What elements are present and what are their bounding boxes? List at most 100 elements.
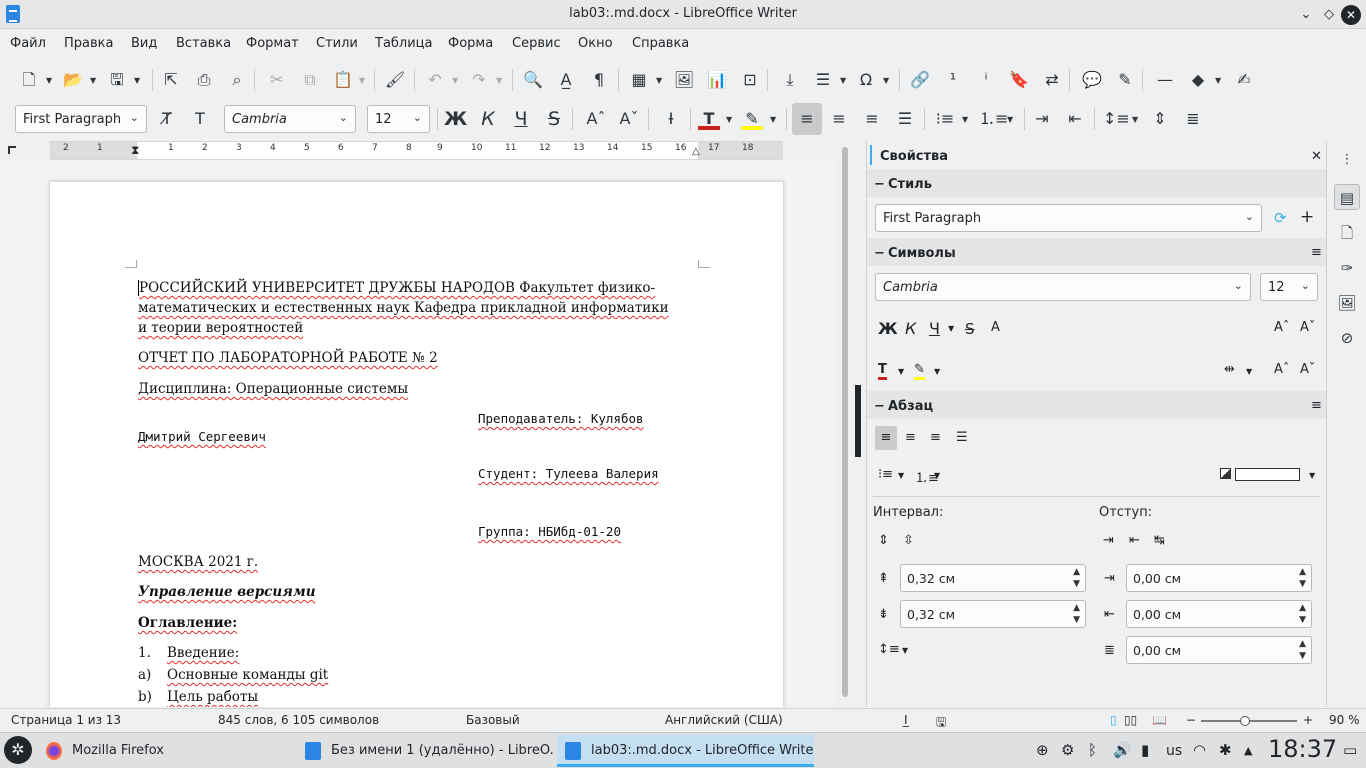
subscript-icon[interactable]: Aˇ: [618, 108, 640, 130]
menu-edit[interactable]: Правка: [64, 36, 113, 51]
chevron-down-icon[interactable]: ▼: [1132, 115, 1138, 124]
chevron-down-icon[interactable]: ▼: [452, 76, 458, 85]
font-name-combo[interactable]: Cambria ⌄: [224, 105, 356, 133]
menu-window[interactable]: Окно: [578, 36, 613, 51]
close-sidebar-icon[interactable]: ✕: [1311, 149, 1322, 164]
bullet-list-icon[interactable]: ⁝≡: [878, 467, 893, 482]
horizontal-ruler[interactable]: 2 1 ⧗ 1 2 3 4 5 6 7 8 9 10 11 12 13 14 1…: [50, 141, 783, 160]
insert-line-icon[interactable]: —: [1154, 69, 1176, 91]
font-color-icon[interactable]: T: [878, 362, 887, 380]
menu-tools[interactable]: Сервис: [512, 36, 561, 51]
justify-button[interactable]: ☰: [894, 108, 916, 130]
language[interactable]: Английский (США): [665, 713, 783, 727]
insert-textbox-icon[interactable]: ⊡: [739, 69, 761, 91]
page-tab-icon[interactable]: 🗋: [1334, 220, 1360, 246]
usb-icon[interactable]: ▮: [1141, 741, 1149, 759]
redo-icon[interactable]: ↷: [468, 69, 490, 91]
chevron-down-icon[interactable]: ▼: [726, 115, 732, 124]
menu-file[interactable]: Файл: [10, 36, 46, 51]
highlight-color-icon[interactable]: ✎: [914, 362, 925, 380]
first-line-indent-field[interactable]: 0,00 см ▲ ▼: [1126, 636, 1312, 664]
font-color-icon[interactable]: T: [698, 108, 720, 130]
footnote-icon[interactable]: ¹: [942, 69, 964, 91]
insert-image-icon[interactable]: 🖼: [673, 69, 695, 91]
insert-chart-icon[interactable]: 📊: [706, 69, 728, 91]
doc-line[interactable]: и теории вероятностей: [138, 320, 303, 336]
decrease-indent-icon[interactable]: ⇤: [1064, 108, 1086, 130]
gallery-tab-icon[interactable]: 🖼: [1334, 290, 1360, 316]
bluetooth-icon[interactable]: ᛒ: [1088, 741, 1097, 759]
maximize-icon[interactable]: ◇: [1319, 5, 1339, 25]
chevron-down-icon[interactable]: ▼: [656, 76, 662, 85]
task-firefox[interactable]: Mozilla Firefox: [38, 735, 292, 767]
formatting-marks-icon[interactable]: ¶: [588, 69, 610, 91]
chevron-down-icon[interactable]: ▼: [359, 76, 365, 85]
sidebar-font-combo[interactable]: Cambria ⌄: [875, 273, 1251, 301]
chars-section-toggle[interactable]: −: [874, 246, 885, 261]
single-page-view-icon[interactable]: ▯: [1110, 713, 1117, 727]
menu-insert[interactable]: Вставка: [176, 36, 231, 51]
decrease-paragraph-spacing-icon[interactable]: ≣: [1182, 108, 1204, 130]
para-section-toggle[interactable]: −: [874, 399, 885, 414]
chevron-down-icon[interactable]: ▼: [1215, 76, 1221, 85]
bold-button[interactable]: Ж: [878, 319, 898, 338]
menu-form[interactable]: Форма: [448, 36, 493, 51]
indent-before-field[interactable]: 0,00 см ▲ ▼: [1126, 564, 1312, 592]
toc-heading[interactable]: Оглавление:: [138, 615, 237, 631]
superscript-icon[interactable]: Aˆ: [585, 108, 607, 130]
discipline-line[interactable]: Дисциплина: Операционные системы: [138, 381, 408, 397]
styles-tab-icon[interactable]: ✑: [1334, 255, 1360, 281]
tray-expand-icon[interactable]: ▲: [1244, 744, 1252, 757]
student-line[interactable]: Студент: Тулеева Валерия: [478, 466, 659, 481]
tab-stop-icon[interactable]: [8, 146, 16, 154]
align-left-button[interactable]: ≡: [875, 426, 897, 450]
paragraph-style-combo[interactable]: First Paragraph ⌄: [15, 105, 147, 133]
open-folder-icon[interactable]: 📂: [62, 69, 84, 91]
italic-button[interactable]: К: [477, 108, 499, 130]
subscript-icon[interactable]: Aˇ: [1300, 362, 1315, 377]
find-replace-icon[interactable]: 🔍: [522, 69, 544, 91]
list-item[interactable]: a) Основные команды git: [138, 667, 328, 683]
group-line[interactable]: Группа: НБИбд-01-20: [478, 524, 621, 539]
doc-heading[interactable]: Управление версиями: [138, 584, 316, 600]
page-style[interactable]: Базовый: [466, 713, 520, 727]
chevron-down-icon[interactable]: ▼: [962, 115, 968, 124]
chevron-down-icon[interactable]: ▼: [948, 324, 954, 333]
hyperlink-icon[interactable]: 🔗: [909, 69, 931, 91]
scrollbar-thumb[interactable]: [842, 147, 848, 697]
task-untitled-writer[interactable]: Без имени 1 (удалённо) - LibreO...: [297, 735, 555, 767]
word-count[interactable]: 845 слов, 6 105 символов: [218, 713, 379, 727]
undo-icon[interactable]: ↶: [424, 69, 446, 91]
spacing-above-field[interactable]: 0,32 см ▲ ▼: [900, 564, 1086, 592]
hanging-indent-icon[interactable]: ↹: [1154, 533, 1165, 548]
menu-format[interactable]: Формат: [246, 36, 299, 51]
align-center-button[interactable]: ≡: [905, 430, 916, 445]
paragraph-background-swatch[interactable]: [1235, 468, 1300, 481]
new-style-icon[interactable]: T: [189, 108, 211, 130]
paragraph-background-icon[interactable]: [1220, 468, 1231, 479]
character-spacing-icon[interactable]: ⇹: [1224, 362, 1235, 377]
list-item[interactable]: b) Цель работы: [138, 689, 258, 705]
strikethrough-button[interactable]: S: [543, 108, 565, 130]
grow-font-icon[interactable]: Aˆ: [1274, 320, 1289, 335]
update-style-icon[interactable]: T̸: [156, 108, 178, 130]
menu-help[interactable]: Справка: [632, 36, 689, 51]
page-break-icon[interactable]: ⤓: [779, 69, 801, 91]
chevron-down-icon[interactable]: ▼: [770, 115, 776, 124]
shrink-font-icon[interactable]: Aˇ: [1300, 320, 1315, 335]
spinner-icon[interactable]: ▲ ▼: [1073, 566, 1080, 590]
zoom-slider-handle[interactable]: [1240, 716, 1250, 726]
close-window-icon[interactable]: ✕: [1341, 5, 1361, 25]
bold-button[interactable]: Ж: [444, 108, 467, 130]
align-right-button[interactable]: ≡: [861, 108, 883, 130]
export-pdf-icon[interactable]: ⇱: [160, 69, 182, 91]
italic-button[interactable]: К: [905, 319, 916, 338]
chevron-down-icon[interactable]: ▼: [1309, 471, 1315, 480]
zoom-level[interactable]: 90 %: [1329, 713, 1360, 727]
chevron-down-icon[interactable]: ▼: [1007, 115, 1013, 124]
align-center-button[interactable]: ≡: [828, 108, 850, 130]
increase-paragraph-spacing-icon[interactable]: ⇕: [1149, 108, 1171, 130]
book-view-icon[interactable]: 📖: [1152, 713, 1167, 727]
align-right-button[interactable]: ≡: [930, 430, 941, 445]
decrease-spacing-icon[interactable]: ⇳: [903, 533, 914, 548]
